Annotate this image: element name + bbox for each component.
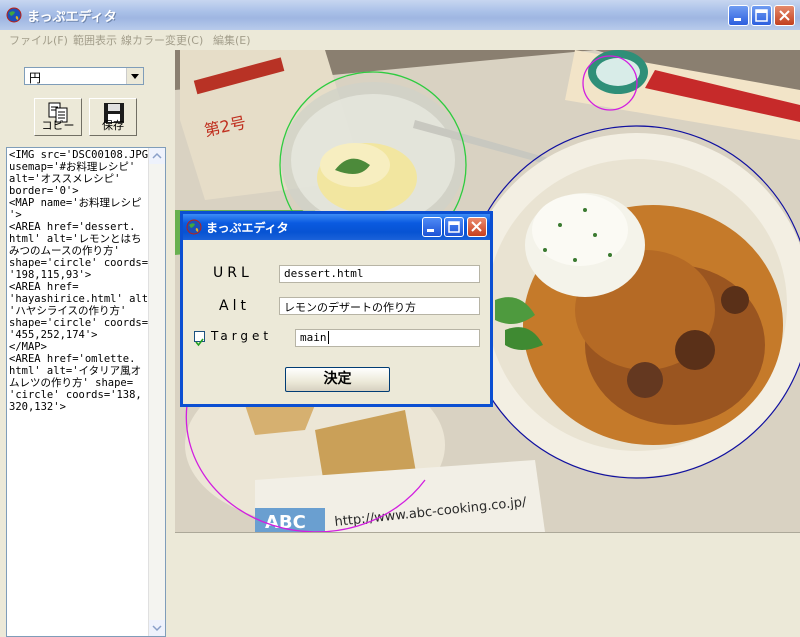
- code-line: みつのムースの作り方': [9, 245, 120, 257]
- code-line: <AREA href='omlette.: [9, 353, 136, 365]
- menu-line-color[interactable]: 線カラー変更(C): [121, 32, 203, 48]
- code-line: 320,132'>: [9, 401, 66, 413]
- code-line: </MAP>: [9, 341, 47, 353]
- close-icon: [471, 221, 482, 232]
- target-checkbox[interactable]: [194, 331, 205, 347]
- title-bar[interactable]: まっぷエディタ: [0, 0, 800, 30]
- shape-select-value: 円: [29, 71, 42, 85]
- menu-range-display[interactable]: 範囲表示: [73, 32, 117, 48]
- globe-icon: [6, 7, 22, 23]
- code-line: 'ハヤシライスの作り方': [9, 305, 127, 317]
- chevron-down-icon: [131, 74, 139, 79]
- shape-select[interactable]: 円: [24, 67, 144, 85]
- code-line: usemap='#お料理レシピ': [9, 161, 136, 173]
- vertical-scrollbar[interactable]: [148, 148, 165, 636]
- dialog-title-bar[interactable]: まっぷエディタ: [183, 214, 490, 240]
- code-line: ムレツの作り方' shape=: [9, 377, 134, 389]
- minimize-icon: [427, 229, 434, 232]
- code-line: '455,252,174'>: [9, 329, 98, 341]
- chevron-down-icon: [152, 625, 162, 632]
- globe-icon: [186, 219, 202, 235]
- code-line: html' alt='レモンとはち: [9, 233, 142, 245]
- code-line: <AREA href='dessert.: [9, 221, 136, 233]
- url-field[interactable]: dessert.html: [279, 265, 480, 283]
- save-button[interactable]: 保存: [89, 98, 137, 136]
- area-edit-dialog: まっぷエディタ URL dessert.html Alt レモンのデザートの作り…: [180, 211, 493, 407]
- menu-edit[interactable]: 編集(E): [213, 32, 251, 48]
- target-label: Target: [211, 329, 273, 343]
- close-icon: [779, 10, 790, 21]
- code-line: alt='オススメレシピ': [9, 173, 121, 185]
- menu-bar: ファイル(F) 範囲表示 線カラー変更(C) 編集(E): [0, 30, 800, 48]
- dropdown-arrow[interactable]: [126, 68, 143, 84]
- minimize-button[interactable]: [728, 5, 749, 26]
- code-line: 'hayashirice.html' alt=: [9, 293, 155, 305]
- chevron-up-icon: [152, 152, 162, 159]
- dialog-title: まっぷエディタ: [206, 221, 289, 235]
- code-line: html' alt='イタリア風オ: [9, 365, 142, 377]
- target-field[interactable]: main: [295, 329, 480, 347]
- code-line: shape='circle' coords=: [9, 257, 149, 269]
- scroll-down-button[interactable]: [149, 620, 165, 636]
- code-line: <AREA href=: [9, 281, 79, 293]
- url-label: URL: [213, 265, 253, 281]
- ok-button[interactable]: 決定: [285, 367, 390, 392]
- copy-button-label: コピー: [41, 119, 75, 132]
- dialog-close-button[interactable]: [467, 217, 487, 237]
- text-cursor: [327, 331, 329, 344]
- alt-label: Alt: [219, 298, 250, 314]
- scroll-up-button[interactable]: [149, 148, 165, 164]
- dialog-maximize-button[interactable]: [444, 217, 464, 237]
- html-code-text: <IMG src='DSC00108.JPG' usemap='#お料理レシピ' a…: [9, 149, 155, 413]
- main-window: まっぷエディタ ファイル(F) 範囲表示 線カラー変更(C) 編集(E) 円 コ…: [0, 0, 800, 637]
- save-button-label: 保存: [102, 119, 124, 132]
- left-panel: 円 コピー 保存 <IMG src='DSC00108.JPG' usemap=…: [0, 48, 172, 637]
- checkmark-icon: [195, 338, 204, 347]
- code-line: 'circle' coords='138,: [9, 389, 142, 401]
- code-line: <MAP name='お料理レシピ: [9, 197, 142, 209]
- code-line: shape='circle' coords=: [9, 317, 149, 329]
- close-button[interactable]: [774, 5, 795, 26]
- window-title: まっぷエディタ: [27, 10, 117, 25]
- target-field-value: main: [300, 331, 327, 344]
- copy-button[interactable]: コピー: [34, 98, 82, 136]
- code-line: '198,115,93'>: [9, 269, 92, 281]
- maximize-button[interactable]: [751, 5, 772, 26]
- minimize-icon: [734, 18, 741, 21]
- maximize-icon: [755, 9, 768, 22]
- menu-file[interactable]: ファイル(F): [9, 32, 68, 48]
- canvas-empty-area: [175, 532, 800, 601]
- maximize-icon: [448, 221, 460, 233]
- alt-field[interactable]: レモンのデザートの作り方: [279, 297, 480, 315]
- html-code-textarea[interactable]: <IMG src='DSC00108.JPG' usemap='#お料理レシピ' a…: [6, 147, 166, 637]
- code-line: '>: [9, 209, 22, 221]
- dialog-minimize-button[interactable]: [422, 217, 442, 237]
- code-line: border='0'>: [9, 185, 79, 197]
- code-line: <IMG src='DSC00108.JPG': [9, 149, 155, 161]
